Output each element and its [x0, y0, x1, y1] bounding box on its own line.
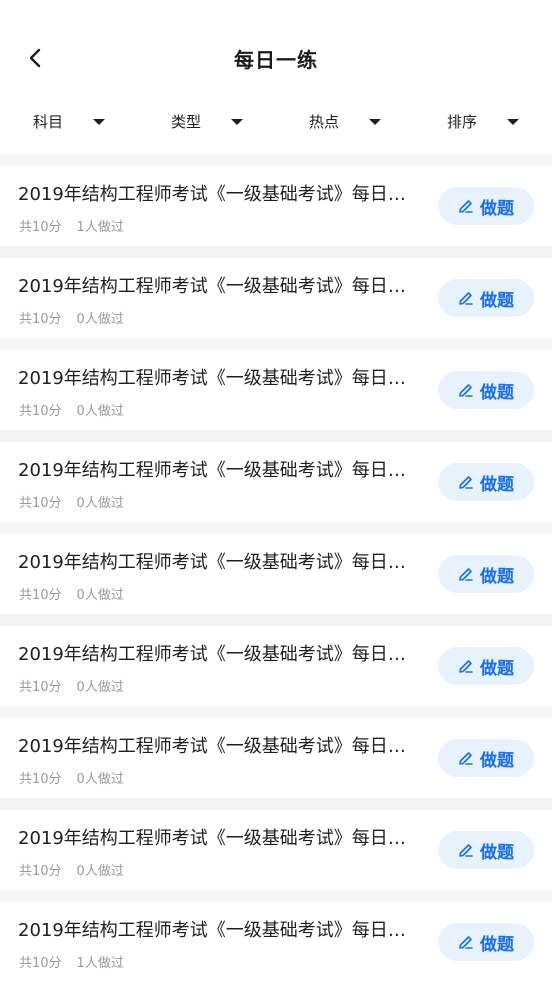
done-count-text: 1人做过 [76, 220, 124, 235]
score-text: 共10分 [19, 772, 62, 787]
list-item[interactable]: 2019年结构工程师考试《一级基础考试》每日一练 共10分 0人做过 做题 [0, 810, 552, 890]
exercise-title: 2019年结构工程师考试《一级基础考试》每日一练 [18, 368, 423, 389]
filter-label: 热点 [308, 112, 339, 131]
filter-hotspot[interactable]: 热点 [276, 100, 414, 142]
do-exercise-button[interactable]: 做题 [438, 831, 534, 869]
exercise-meta: 共10分 0人做过 [19, 492, 124, 511]
exercise-title: 2019年结构工程师考试《一级基础考试》每日一练 [18, 276, 423, 297]
do-button-label: 做题 [480, 566, 514, 587]
pencil-icon [458, 842, 474, 858]
do-button-label: 做题 [480, 198, 514, 219]
chevron-left-icon [26, 47, 46, 73]
do-button-label: 做题 [480, 750, 514, 771]
caret-down-icon [507, 118, 519, 125]
score-text: 共10分 [19, 312, 62, 327]
filter-type[interactable]: 类型 [138, 100, 276, 142]
pencil-icon [458, 474, 474, 490]
list-item[interactable]: 2019年结构工程师考试《一级基础考试》每日一练 共10分 0人做过 做题 [0, 350, 552, 430]
exercise-title: 2019年结构工程师考试《一级基础考试》每日一练 [18, 736, 423, 757]
score-text: 共10分 [19, 680, 62, 695]
done-count-text: 0人做过 [76, 772, 124, 787]
page-title: 每日一练 [234, 48, 318, 72]
done-count-text: 0人做过 [76, 404, 124, 419]
list-item[interactable]: 2019年结构工程师考试《一级基础考试》每日一练 共10分 0人做过 做题 [0, 718, 552, 798]
do-exercise-button[interactable]: 做题 [438, 187, 534, 225]
exercise-meta: 共10分 0人做过 [19, 676, 124, 695]
exercise-title: 2019年结构工程师考试《一级基础考试》每日一练 [18, 644, 423, 665]
exercise-list: 2019年结构工程师考试《一级基础考试》每日一练 共10分 1人做过 做题 20… [0, 154, 552, 982]
list-item[interactable]: 2019年结构工程师考试《一级基础考试》每日一练 共10分 1人做过 做题 [0, 902, 552, 982]
done-count-text: 0人做过 [76, 864, 124, 879]
exercise-meta: 共10分 1人做过 [19, 216, 124, 235]
do-button-label: 做题 [480, 934, 514, 955]
done-count-text: 1人做过 [76, 956, 124, 971]
filter-label: 科目 [32, 112, 63, 131]
score-text: 共10分 [19, 496, 62, 511]
do-exercise-button[interactable]: 做题 [438, 279, 534, 317]
pencil-icon [458, 658, 474, 674]
do-button-label: 做题 [480, 474, 514, 495]
exercise-title: 2019年结构工程师考试《一级基础考试》每日一练 [18, 552, 423, 573]
filter-subject[interactable]: 科目 [0, 100, 138, 142]
do-exercise-button[interactable]: 做题 [438, 463, 534, 501]
list-item[interactable]: 2019年结构工程师考试《一级基础考试》每日一练 共10分 1人做过 做题 [0, 166, 552, 246]
back-button[interactable] [22, 46, 50, 74]
pencil-icon [458, 750, 474, 766]
done-count-text: 0人做过 [76, 312, 124, 327]
exercise-title: 2019年结构工程师考试《一级基础考试》每日一练 [18, 828, 423, 849]
pencil-icon [458, 198, 474, 214]
header: 每日一练 [0, 0, 552, 100]
do-button-label: 做题 [480, 842, 514, 863]
filter-label: 类型 [170, 112, 201, 131]
exercise-meta: 共10分 0人做过 [19, 584, 124, 603]
list-item[interactable]: 2019年结构工程师考试《一级基础考试》每日一练 共10分 0人做过 做题 [0, 258, 552, 338]
done-count-text: 0人做过 [76, 588, 124, 603]
score-text: 共10分 [19, 864, 62, 879]
do-exercise-button[interactable]: 做题 [438, 923, 534, 961]
filter-label: 排序 [446, 112, 477, 131]
exercise-meta: 共10分 0人做过 [19, 768, 124, 787]
exercise-meta: 共10分 0人做过 [19, 400, 124, 419]
pencil-icon [458, 934, 474, 950]
caret-down-icon [93, 118, 105, 125]
filter-sort[interactable]: 排序 [414, 100, 552, 142]
do-exercise-button[interactable]: 做题 [438, 555, 534, 593]
done-count-text: 0人做过 [76, 680, 124, 695]
filter-bar: 科目 类型 热点 排序 [0, 100, 552, 154]
exercise-meta: 共10分 0人做过 [19, 860, 124, 879]
exercise-meta: 共10分 0人做过 [19, 308, 124, 327]
exercise-title: 2019年结构工程师考试《一级基础考试》每日一练 [18, 460, 423, 481]
score-text: 共10分 [19, 220, 62, 235]
do-exercise-button[interactable]: 做题 [438, 647, 534, 685]
score-text: 共10分 [19, 956, 62, 971]
exercise-title: 2019年结构工程师考试《一级基础考试》每日一练 [18, 920, 423, 941]
score-text: 共10分 [19, 404, 62, 419]
pencil-icon [458, 566, 474, 582]
list-item[interactable]: 2019年结构工程师考试《一级基础考试》每日一练 共10分 0人做过 做题 [0, 442, 552, 522]
caret-down-icon [231, 118, 243, 125]
done-count-text: 0人做过 [76, 496, 124, 511]
do-exercise-button[interactable]: 做题 [438, 371, 534, 409]
pencil-icon [458, 290, 474, 306]
exercise-meta: 共10分 1人做过 [19, 952, 124, 971]
caret-down-icon [369, 118, 381, 125]
score-text: 共10分 [19, 588, 62, 603]
do-button-label: 做题 [480, 658, 514, 679]
do-exercise-button[interactable]: 做题 [438, 739, 534, 777]
pencil-icon [458, 382, 474, 398]
exercise-title: 2019年结构工程师考试《一级基础考试》每日一练 [18, 184, 423, 205]
do-button-label: 做题 [480, 382, 514, 403]
list-item[interactable]: 2019年结构工程师考试《一级基础考试》每日一练 共10分 0人做过 做题 [0, 534, 552, 614]
list-item[interactable]: 2019年结构工程师考试《一级基础考试》每日一练 共10分 0人做过 做题 [0, 626, 552, 706]
do-button-label: 做题 [480, 290, 514, 311]
